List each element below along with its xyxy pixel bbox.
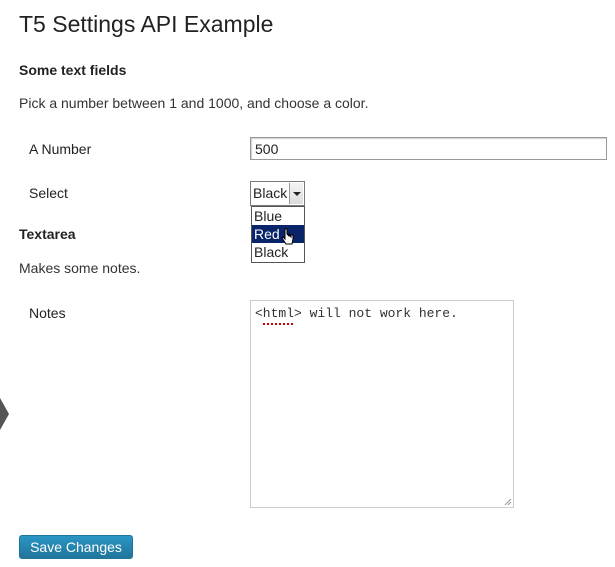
dropdown-option-blue[interactable]: Blue <box>252 207 304 225</box>
chevron-down-icon[interactable] <box>289 183 303 204</box>
select-current-value: Black <box>253 185 288 201</box>
color-select[interactable]: Black <box>250 181 305 206</box>
number-field-label: A Number <box>29 141 92 157</box>
notes-text-content: <html> will not work here. <box>255 306 458 321</box>
number-input[interactable] <box>250 137 607 160</box>
spellcheck-underline <box>263 323 293 325</box>
notes-field-label: Notes <box>29 305 66 321</box>
resize-grip-icon[interactable] <box>504 498 512 506</box>
section-description-text-fields: Pick a number between 1 and 1000, and ch… <box>19 95 369 111</box>
hand-pointer-icon <box>281 228 294 245</box>
dropdown-option-red[interactable]: Red <box>252 225 304 243</box>
dropdown-option-black[interactable]: Black <box>252 243 304 261</box>
save-changes-button[interactable]: Save Changes <box>19 535 133 559</box>
section-heading-text-fields: Some text fields <box>19 62 127 78</box>
section-heading-textarea: Textarea <box>19 226 76 242</box>
notes-textarea[interactable]: <html> will not work here. <box>250 300 514 508</box>
collapse-arrow-icon <box>0 398 9 430</box>
page-title: T5 Settings API Example <box>19 11 274 37</box>
select-dropdown-list: Blue Red Black <box>251 206 305 263</box>
section-description-textarea: Makes some notes. <box>19 260 141 276</box>
select-field-label: Select <box>29 185 68 201</box>
